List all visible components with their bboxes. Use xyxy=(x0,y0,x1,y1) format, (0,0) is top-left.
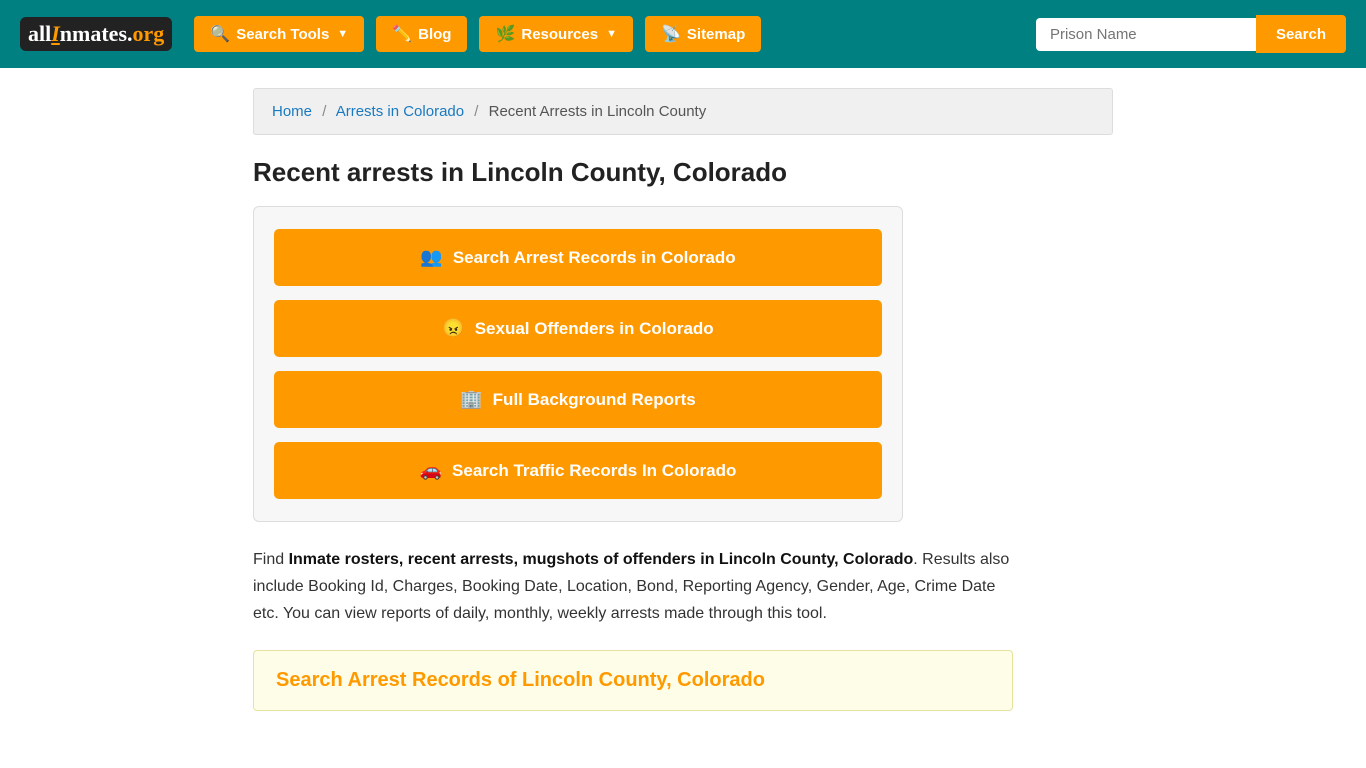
header-search-button[interactable]: Search xyxy=(1256,15,1346,53)
nav-resources[interactable]: 🌿 Resources ▼ xyxy=(479,16,633,52)
traffic-btn-icon: 🚗 xyxy=(420,460,442,481)
description: Find Inmate rosters, recent arrests, mug… xyxy=(253,546,1013,628)
breadcrumb-arrests-colorado[interactable]: Arrests in Colorado xyxy=(336,103,464,120)
resources-icon: 🌿 xyxy=(495,24,515,44)
btn-sexual-offenders[interactable]: 😠 Sexual Offenders in Colorado xyxy=(274,300,882,357)
nav-blog[interactable]: ✏️ Blog xyxy=(376,16,467,52)
btn-background-reports[interactable]: 🏢 Full Background Reports xyxy=(274,371,882,428)
sexual-btn-icon: 😠 xyxy=(442,318,464,339)
blog-icon: ✏️ xyxy=(392,24,412,44)
sitemap-icon: 📡 xyxy=(661,24,681,44)
dropdown-arrow: ▼ xyxy=(337,28,348,40)
dropdown-arrow-2: ▼ xyxy=(606,28,617,40)
breadcrumb: Home / Arrests in Colorado / Recent Arre… xyxy=(253,88,1113,135)
logo[interactable]: allInmates.org xyxy=(20,17,172,51)
header-search-area: Search xyxy=(1036,15,1346,53)
prison-name-input[interactable] xyxy=(1036,18,1256,51)
breadcrumb-home[interactable]: Home xyxy=(272,103,312,120)
btn-search-arrest[interactable]: 👥 Search Arrest Records in Colorado xyxy=(274,229,882,286)
btn-traffic-records[interactable]: 🚗 Search Traffic Records In Colorado xyxy=(274,442,882,499)
nav-sitemap[interactable]: 📡 Sitemap xyxy=(645,16,761,52)
breadcrumb-sep-2: / xyxy=(474,103,478,120)
arrest-btn-icon: 👥 xyxy=(420,247,442,268)
nav-search-tools[interactable]: 🔍 Search Tools ▼ xyxy=(194,16,364,52)
section-search-title: Search Arrest Records of Lincoln County,… xyxy=(276,669,990,692)
breadcrumb-sep-1: / xyxy=(322,103,326,120)
search-tools-icon: 🔍 xyxy=(210,24,230,44)
section-search-box: Search Arrest Records of Lincoln County,… xyxy=(253,650,1013,711)
background-btn-icon: 🏢 xyxy=(460,389,482,410)
breadcrumb-current: Recent Arrests in Lincoln County xyxy=(489,103,707,120)
logo-text: allInmates.org xyxy=(28,21,164,47)
action-buttons-container: 👥 Search Arrest Records in Colorado 😠 Se… xyxy=(253,206,903,522)
page-title: Recent arrests in Lincoln County, Colora… xyxy=(253,157,1113,188)
